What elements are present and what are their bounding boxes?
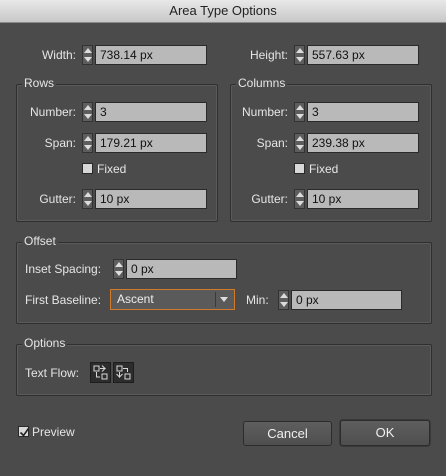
rows-gutter-label: Gutter: — [39, 192, 76, 206]
width-label: Width: — [41, 48, 76, 62]
text-flow-rows-icon[interactable] — [90, 362, 111, 383]
preview-label: Preview — [32, 425, 75, 439]
rows-gutter-stepper[interactable] — [82, 189, 93, 209]
rows-gutter-field[interactable]: 10 px — [95, 189, 207, 209]
preview-checkbox[interactable] — [18, 426, 30, 437]
min-stepper[interactable] — [278, 290, 289, 310]
rows-span-label: Span: — [44, 136, 76, 150]
columns-number-stepper[interactable] — [294, 102, 305, 122]
rows-fixed-checkbox[interactable] — [82, 163, 93, 174]
cancel-button[interactable]: Cancel — [243, 421, 332, 446]
rows-span-field[interactable]: 179.21 px — [95, 133, 207, 153]
columns-span-field[interactable]: 239.38 px — [307, 133, 419, 153]
columns-gutter-label: Gutter: — [251, 192, 288, 206]
first-baseline-value: Ascent — [117, 292, 154, 306]
chevron-down-icon — [220, 297, 228, 302]
ok-button[interactable]: OK — [340, 420, 430, 446]
rows-span-stepper[interactable] — [82, 133, 93, 153]
width-stepper[interactable] — [82, 45, 93, 65]
select-divider — [215, 292, 216, 307]
columns-fixed-checkbox[interactable] — [294, 163, 305, 174]
width-field[interactable]: 738.14 px — [95, 45, 207, 65]
window-title: Area Type Options — [0, 0, 446, 23]
offset-group — [16, 242, 432, 324]
columns-fixed-label: Fixed — [309, 162, 339, 176]
min-label: Min: — [246, 293, 269, 307]
height-stepper[interactable] — [294, 45, 305, 65]
min-field[interactable]: 0 px — [291, 290, 402, 310]
height-field[interactable]: 557.63 px — [307, 45, 419, 65]
columns-number-label: Number: — [241, 105, 288, 119]
columns-gutter-stepper[interactable] — [294, 189, 305, 209]
text-flow-label: Text Flow: — [25, 366, 80, 380]
first-baseline-label: First Baseline: — [25, 293, 102, 307]
height-label: Height: — [249, 48, 288, 62]
rows-title: Rows — [22, 76, 57, 90]
rows-number-stepper[interactable] — [82, 102, 93, 122]
rows-fixed-label: Fixed — [97, 162, 127, 176]
rows-number-label: Number: — [29, 105, 76, 119]
columns-gutter-field[interactable]: 10 px — [307, 189, 419, 209]
checkmark-icon — [19, 428, 30, 437]
columns-number-field[interactable]: 3 — [307, 102, 419, 122]
first-baseline-select[interactable]: Ascent — [110, 289, 235, 310]
text-flow-columns-icon[interactable] — [113, 362, 134, 383]
columns-span-label: Span: — [256, 136, 288, 150]
columns-title: Columns — [236, 76, 288, 90]
columns-span-stepper[interactable] — [294, 133, 305, 153]
inset-spacing-stepper[interactable] — [113, 259, 124, 279]
inset-spacing-label: Inset Spacing: — [25, 262, 102, 276]
offset-title: Offset — [22, 234, 58, 248]
rows-number-field[interactable]: 3 — [95, 102, 207, 122]
options-title: Options — [22, 336, 68, 350]
inset-spacing-field[interactable]: 0 px — [126, 259, 237, 279]
